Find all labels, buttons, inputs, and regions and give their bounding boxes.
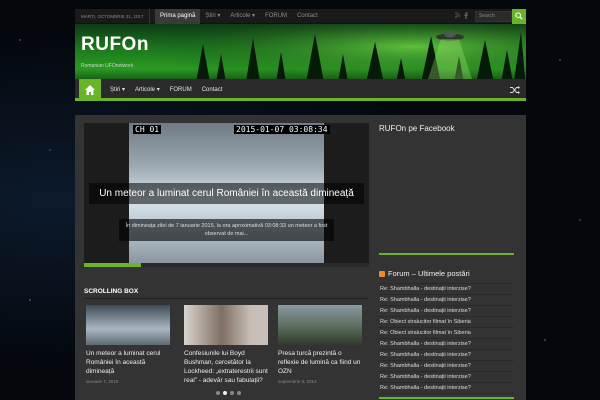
scrolling-box: Un meteor a luminat cerul României în ac…: [84, 305, 369, 395]
forum-post-link[interactable]: Re: Shambhalla - destinații interzise?: [379, 350, 514, 361]
scroll-pager-dot[interactable]: [216, 391, 220, 395]
scroll-pager: [216, 391, 241, 395]
scroll-card-title[interactable]: Un meteor a luminat cerul României în ac…: [86, 349, 170, 376]
home-button[interactable]: [79, 79, 101, 101]
scroll-card-image[interactable]: [86, 305, 170, 345]
search-icon: [515, 12, 523, 20]
forum-post-link[interactable]: Re: Shambhalla - destinații interzise?: [379, 372, 514, 383]
top-nav-articole[interactable]: Articole ▾: [225, 9, 260, 24]
forum-post-link[interactable]: Re: Shambhalla - destinații interzise?: [379, 284, 514, 295]
current-date: marți, octombrie 31, 2017: [75, 9, 151, 24]
slide-title[interactable]: Un meteor a luminat cerul României în ac…: [89, 183, 364, 204]
scroll-card-title[interactable]: Presa turcă prezintă o reflexie de lumin…: [278, 349, 362, 376]
forum-post-link[interactable]: Re: Obiect stralucitor filmat în Siberia: [379, 317, 514, 328]
top-nav: Prima pagină Știri ▾ Articole ▾ FORUM Co…: [155, 9, 323, 24]
site-logo[interactable]: RUFOn: [81, 34, 149, 56]
widget-divider: [379, 253, 514, 255]
forum-post-link[interactable]: Re: Shambhalla - destinații interzise?: [379, 306, 514, 317]
scroll-card[interactable]: Confesiunile lui Boyd Bushman, cercetăto…: [182, 305, 270, 388]
forum-post-link[interactable]: Re: Obiect stralucitor filmat în Siberia: [379, 328, 514, 339]
site-tagline: Romanian UFOnetwork: [81, 63, 134, 69]
random-article-button[interactable]: [504, 79, 526, 101]
scroll-card-date: ianuarie 7, 2015: [86, 379, 119, 384]
main-nav-contact[interactable]: Contact: [197, 79, 228, 101]
content-area: CH 01 2015-01-07 03:08:34 Un meteor a lu…: [75, 115, 526, 400]
scroll-pager-dot[interactable]: [223, 391, 227, 395]
main-nav: Știri ▾ Articole ▾ FORUM Contact: [75, 79, 526, 101]
rss-icon: [379, 271, 385, 277]
rss-icon[interactable]: [455, 12, 461, 20]
top-nav-stiri[interactable]: Știri ▾: [200, 9, 225, 24]
shuffle-icon: [510, 86, 520, 94]
forum-post-list: Re: Shambhalla - destinații interzise? R…: [379, 283, 514, 394]
social-icons: [455, 12, 469, 20]
scrolling-box-title: SCROLLING BOX: [84, 288, 139, 295]
scroll-card-image[interactable]: [278, 305, 362, 345]
top-nav-home[interactable]: Prima pagină: [155, 9, 201, 24]
forum-widget: Forum – Ultimele postări Re: Shambhalla …: [379, 268, 514, 399]
search-button[interactable]: [512, 9, 526, 24]
forum-post-link[interactable]: Re: Shambhalla - destinații interzise?: [379, 339, 514, 350]
slider-progress: [84, 263, 369, 267]
cam-timestamp: 2015-01-07 03:08:34: [234, 125, 330, 134]
main-nav-articole[interactable]: Articole ▾: [130, 79, 165, 101]
forum-widget-title: Forum – Ultimele postări: [388, 269, 470, 278]
scroll-card-date: septembrie 8, 2014: [278, 379, 317, 384]
top-bar: marți, octombrie 31, 2017 Prima pagină Ș…: [75, 9, 526, 24]
scroll-card-title[interactable]: Confesiunile lui Boyd Bushman, cercetăto…: [184, 349, 268, 385]
scroll-card[interactable]: Un meteor a luminat cerul României în ac…: [84, 305, 172, 384]
scroll-pager-dot[interactable]: [237, 391, 241, 395]
scrolling-box-header: SCROLLING BOX: [84, 285, 369, 299]
main-nav-stiri[interactable]: Știri ▾: [105, 79, 130, 101]
scroll-card-image[interactable]: [184, 305, 268, 345]
top-nav-forum[interactable]: FORUM: [260, 9, 292, 24]
cam-channel: CH 01: [133, 125, 162, 134]
featured-slider[interactable]: CH 01 2015-01-07 03:08:34 Un meteor a lu…: [84, 123, 369, 263]
facebook-widget-title: RUFOn pe Facebook: [379, 124, 455, 133]
forum-post-link[interactable]: Re: Shambhalla - destinații interzise?: [379, 383, 514, 394]
facebook-widget: RUFOn pe Facebook: [379, 123, 514, 255]
facebook-icon[interactable]: [464, 12, 469, 20]
home-icon: [85, 85, 95, 95]
page-wrapper: marți, octombrie 31, 2017 Prima pagină Ș…: [75, 9, 526, 400]
forum-post-link[interactable]: Re: Shambhalla - destinații interzise?: [379, 295, 514, 306]
slide-description: În dimineața zilei de 7 ianuarie 2015, l…: [119, 219, 334, 241]
scroll-pager-dot[interactable]: [230, 391, 234, 395]
top-nav-contact[interactable]: Contact: [292, 9, 323, 24]
forum-widget-header: Forum – Ultimele postări: [379, 268, 514, 280]
main-nav-forum[interactable]: FORUM: [165, 79, 197, 101]
forum-post-link[interactable]: Re: Shambhalla - destinații interzise?: [379, 361, 514, 372]
slider-progress-fill: [84, 263, 141, 267]
scroll-card[interactable]: Presa turcă prezintă o reflexie de lumin…: [276, 305, 364, 384]
widget-divider: [379, 397, 514, 399]
search-input[interactable]: Search: [475, 11, 512, 22]
